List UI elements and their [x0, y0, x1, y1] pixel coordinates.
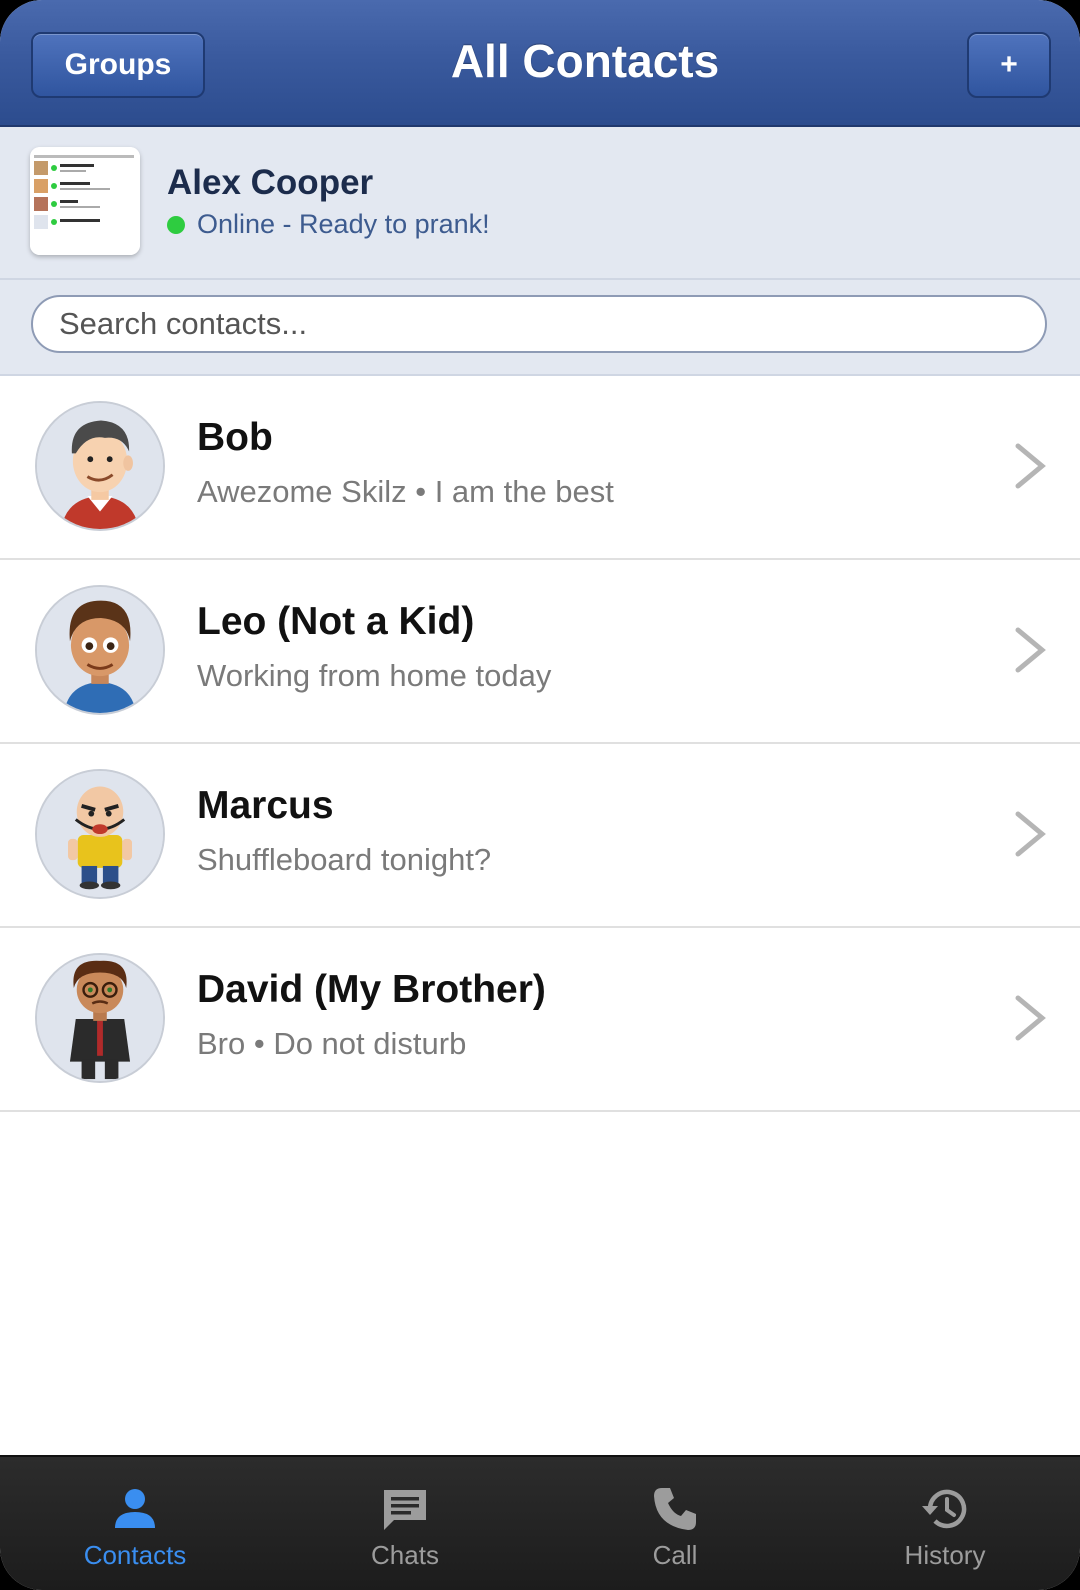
cartoon-man-glasses-icon: [37, 955, 163, 1081]
online-status-icon: [167, 215, 185, 234]
tab-chats[interactable]: Chats: [270, 1457, 540, 1590]
contact-name: Marcus: [197, 784, 334, 827]
tab-history[interactable]: History: [810, 1457, 1080, 1590]
chevron-right-icon: [1015, 811, 1046, 857]
contact-status: Shuffleboard tonight?: [197, 842, 492, 877]
contact-list: Bob Awezome Skilz • I am the best Leo (N…: [0, 376, 1080, 1112]
phone-icon: [654, 1488, 696, 1530]
tab-label: History: [904, 1540, 986, 1570]
history-icon: [922, 1489, 967, 1529]
search-bar: [0, 280, 1080, 376]
tab-label: Chats: [371, 1540, 439, 1570]
chevron-right-icon: [1015, 443, 1046, 489]
chevron-right-icon: [1015, 995, 1046, 1041]
contact-status: Awezome Skilz • I am the best: [197, 474, 614, 509]
chevron-right-icon: [1015, 627, 1046, 673]
cartoon-boy-icon: [37, 587, 163, 713]
tab-label: Contacts: [83, 1540, 187, 1570]
my-profile[interactable]: Alex Cooper Online - Ready to prank!: [0, 127, 1080, 280]
tab-label: Call: [652, 1540, 698, 1570]
contact-name: Leo (Not a Kid): [197, 600, 475, 643]
tab-bar: Contacts Chats Call History: [0, 1455, 1080, 1590]
person-icon: [115, 1489, 155, 1528]
contact-status: Working from home today: [197, 658, 552, 693]
tab-contacts[interactable]: Contacts: [0, 1457, 270, 1590]
profile-status: Online - Ready to prank!: [167, 209, 490, 240]
app-screen: Groups All Contacts + Alex Cooper Online…: [0, 0, 1080, 1590]
add-contact-button[interactable]: +: [967, 32, 1051, 98]
chat-icon: [384, 1490, 426, 1530]
avatar: [35, 401, 165, 531]
search-input[interactable]: [31, 295, 1047, 353]
contact-row[interactable]: David (My Brother) Bro • Do not disturb: [0, 928, 1080, 1112]
cartoon-bald-man-icon: [37, 771, 163, 897]
profile-name: Alex Cooper: [167, 163, 374, 202]
app-preview-thumbnail-icon: [30, 147, 140, 255]
contact-row[interactable]: Leo (Not a Kid) Working from home today: [0, 560, 1080, 744]
navigation-bar: Groups All Contacts +: [0, 0, 1080, 127]
profile-thumbnail[interactable]: [30, 147, 140, 255]
page-title: All Contacts: [450, 35, 720, 87]
cartoon-man-icon: [37, 403, 163, 529]
avatar: [35, 769, 165, 899]
avatar: [35, 585, 165, 715]
profile-status-text: Online - Ready to prank!: [197, 209, 490, 239]
contact-name: Bob: [197, 416, 273, 459]
tab-call[interactable]: Call: [540, 1457, 810, 1590]
contact-row[interactable]: Bob Awezome Skilz • I am the best: [0, 376, 1080, 560]
contact-row[interactable]: Marcus Shuffleboard tonight?: [0, 744, 1080, 928]
avatar: [35, 953, 165, 1083]
contact-status: Bro • Do not disturb: [197, 1026, 467, 1061]
contact-name: David (My Brother): [197, 968, 546, 1011]
